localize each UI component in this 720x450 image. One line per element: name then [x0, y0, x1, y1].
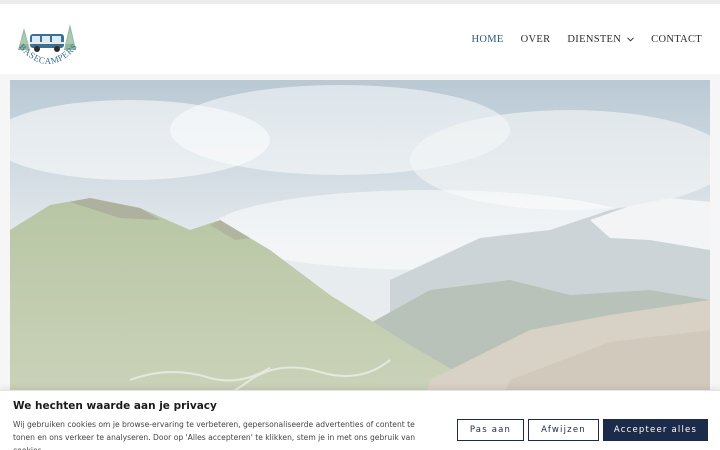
reject-button[interactable]: Afwijzen: [528, 419, 599, 441]
main-nav: HOME OVER DIENSTEN CONTACT: [455, 34, 703, 45]
accept-all-button[interactable]: Accepteer alles: [603, 419, 708, 441]
cookie-banner: We hechten waarde aan je privacy Wij geb…: [0, 390, 720, 450]
cookie-description: Wij gebruiken cookies om je browse-ervar…: [13, 420, 416, 450]
nav-diensten-label: DIENSTEN: [567, 34, 622, 45]
nav-home[interactable]: HOME: [472, 34, 504, 45]
chevron-down-icon: [627, 37, 635, 42]
site-header: BASECAMPERS HOME OVER DIENSTEN CONTACT: [0, 4, 720, 74]
nav-contact[interactable]: CONTACT: [651, 34, 702, 45]
basecampers-logo[interactable]: BASECAMPERS: [12, 14, 84, 72]
page: BASECAMPERS HOME OVER DIENSTEN CONTACT W…: [0, 0, 720, 450]
customize-button[interactable]: Pas aan: [457, 419, 524, 441]
nav-over[interactable]: OVER: [521, 34, 551, 45]
cookie-title: We hechten waarde aan je privacy: [13, 400, 217, 412]
nav-diensten[interactable]: DIENSTEN: [567, 34, 635, 45]
